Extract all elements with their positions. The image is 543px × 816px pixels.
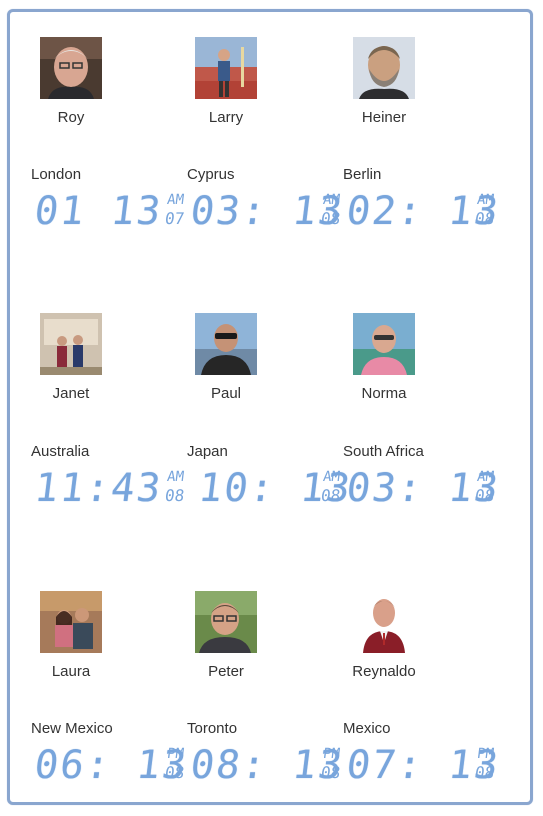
clock-new-mexico: 06: 13 PM 08 [32, 743, 190, 788]
world-clock-panel [7, 9, 533, 805]
clock-ampm: PM [166, 746, 186, 762]
city-label: Berlin [343, 166, 382, 183]
city-label: Mexico [343, 720, 391, 737]
person-name: Janet [52, 385, 90, 402]
person-card-paul[interactable]: Paul [166, 313, 286, 402]
clock-ampm: AM [476, 192, 496, 208]
person-card-heiner[interactable]: Heiner [324, 37, 444, 126]
clock-seconds: 08 [319, 486, 342, 505]
person-name: Laura [51, 663, 91, 680]
city-label: Japan [187, 443, 228, 460]
city-label: Australia [31, 443, 90, 460]
city-label: New Mexico [31, 720, 113, 737]
person-card-reynaldo[interactable]: Reynaldo [324, 591, 444, 680]
clock-seconds: 08 [473, 209, 496, 228]
person-name: Reynaldo [352, 663, 416, 680]
clock-time: 11:43 [32, 466, 165, 511]
larry-photo-icon [195, 37, 257, 99]
clock-ampm: AM [322, 192, 342, 208]
city-label: Cyprus [187, 166, 235, 183]
city-label: London [31, 166, 82, 183]
person-card-laura[interactable]: Laura [11, 591, 131, 680]
clock-seconds: 08 [319, 763, 342, 782]
person-name: Heiner [361, 109, 407, 126]
clock-ampm: AM [476, 469, 496, 485]
clock-japan: 10: 13 AM 08 [196, 466, 354, 511]
person-card-larry[interactable]: Larry [166, 37, 286, 126]
person-card-janet[interactable]: Janet [11, 313, 131, 402]
person-name: Paul [210, 385, 242, 402]
paul-photo-icon [195, 313, 257, 375]
clock-seconds: 08 [319, 209, 342, 228]
clock-seconds: 07 [163, 209, 186, 228]
person-name: Larry [208, 109, 244, 126]
clock-seconds: 08 [163, 763, 186, 782]
clock-australia: 11:43 AM 08 [32, 466, 186, 511]
person-name: Roy [57, 109, 85, 126]
person-card-peter[interactable]: Peter [166, 591, 286, 680]
person-name: Peter [208, 663, 244, 680]
clock-ampm: AM [322, 469, 342, 485]
clock-ampm: AM [166, 192, 186, 208]
clock-seconds: 08 [163, 486, 186, 505]
peter-photo-icon [195, 591, 257, 653]
reynaldo-photo-icon [353, 591, 415, 653]
city-label: Toronto [187, 720, 238, 737]
heiner-photo-icon [353, 37, 415, 99]
roy-photo-icon [40, 37, 102, 99]
clock-ampm: PM [322, 746, 342, 762]
clock-mexico: 07: 13 PM 08 [344, 743, 502, 788]
laura-photo-icon [40, 591, 102, 653]
janet-photo-icon [40, 313, 102, 375]
clock-seconds: 08 [473, 763, 496, 782]
clock-london: 01 13 AM 07 [32, 189, 186, 234]
person-card-roy[interactable]: Roy [11, 37, 131, 126]
person-card-norma[interactable]: Norma [324, 313, 444, 402]
clock-toronto: 08: 13 PM 08 [188, 743, 346, 788]
clock-time: 01 13 [32, 189, 165, 234]
clock-ampm: AM [166, 469, 186, 485]
clock-cyprus: 03: 13 AM 08 [188, 189, 346, 234]
person-name: Norma [361, 385, 407, 402]
clock-berlin: 02: 13 AM 08 [344, 189, 502, 234]
clock-south-africa: 03: 13 AM 08 [344, 466, 502, 511]
norma-photo-icon [353, 313, 415, 375]
clock-ampm: PM [476, 746, 496, 762]
clock-seconds: 08 [473, 486, 496, 505]
city-label: South Africa [343, 443, 424, 460]
